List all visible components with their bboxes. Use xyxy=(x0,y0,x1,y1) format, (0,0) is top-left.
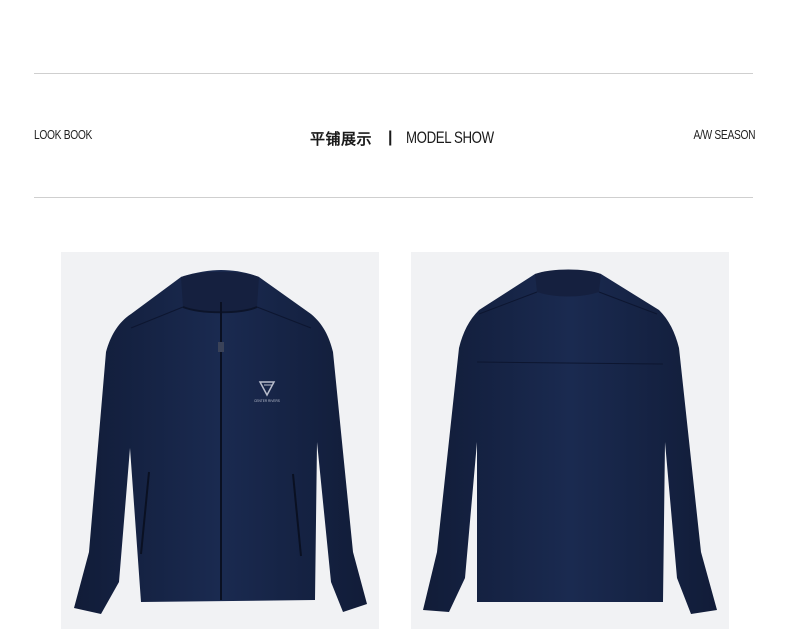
section-header: LOOK BOOK 平铺展示 | MODEL SHOW A/W SEASON xyxy=(34,124,755,152)
jacket-front-image: CENTER RIVERS xyxy=(61,252,379,629)
season-label: A/W SEASON xyxy=(693,128,755,142)
title-separator: | xyxy=(388,129,393,146)
lookbook-page: LOOK BOOK 平铺展示 | MODEL SHOW A/W SEASON C… xyxy=(0,0,790,638)
jacket-back-image xyxy=(411,252,729,629)
section-title-cn: 平铺展示 xyxy=(310,129,373,148)
jacket-front-illustration: CENTER RIVERS xyxy=(74,270,367,614)
jacket-back-illustration xyxy=(423,269,717,614)
section-title: 平铺展示 | MODEL SHOW xyxy=(310,124,518,152)
look-book-label: LOOK BOOK xyxy=(34,128,93,142)
top-divider xyxy=(34,73,753,74)
chest-logo-text: CENTER RIVERS xyxy=(254,399,280,403)
bottom-divider xyxy=(34,197,753,198)
section-title-en: MODEL SHOW xyxy=(405,128,494,147)
